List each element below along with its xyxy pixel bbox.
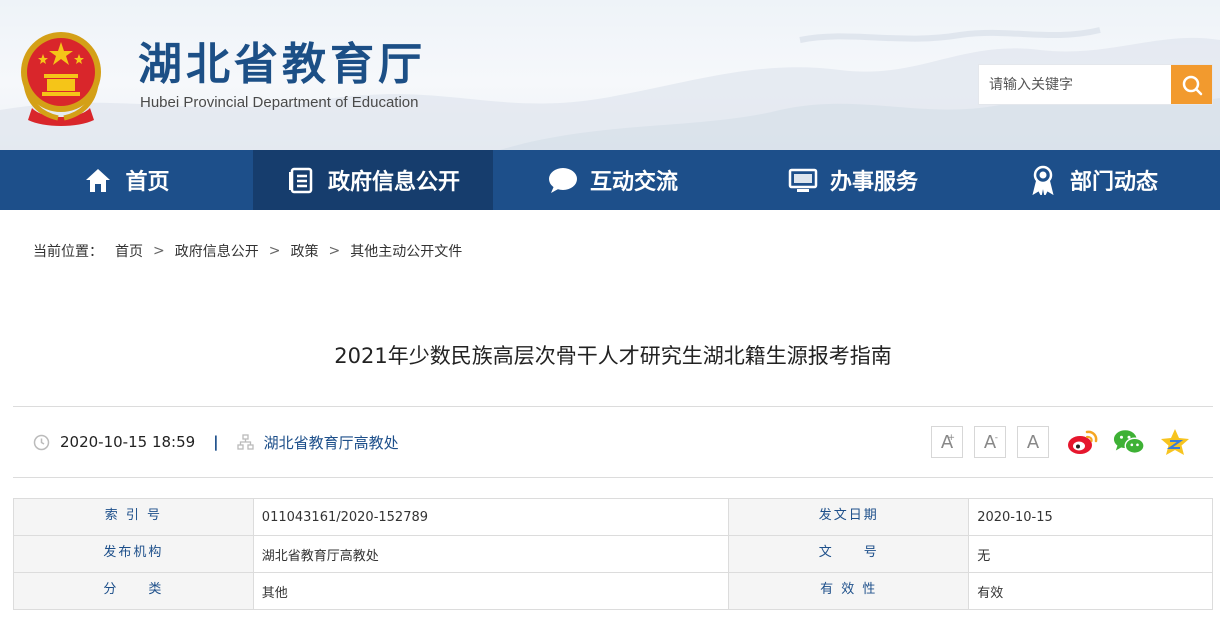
- share-tools: [1067, 426, 1191, 458]
- site-header: 湖北省教育厅 Hubei Provincial Department of Ed…: [0, 0, 1220, 150]
- search-button[interactable]: [1171, 65, 1212, 104]
- wechat-icon[interactable]: [1113, 426, 1145, 458]
- nav-item-home[interactable]: 首页: [0, 150, 253, 210]
- nav-label: 部门动态: [1069, 170, 1158, 195]
- issue-date-label: 发文日期: [728, 498, 970, 536]
- breadcrumb-item-gov-info[interactable]: 政府信息公开: [175, 241, 259, 261]
- doc-number-label: 文 号: [728, 535, 970, 573]
- search-icon: [1182, 75, 1202, 95]
- nav-label: 办事服务: [829, 170, 918, 195]
- home-icon: [83, 165, 113, 195]
- doc-number-value: 无: [968, 535, 1213, 573]
- search-input[interactable]: [979, 65, 1171, 104]
- national-emblem-icon: [21, 32, 101, 126]
- issuing-body-label: 发布机构: [13, 535, 254, 573]
- breadcrumb: 当前位置： 首页 > 政府信息公开 > 政策 > 其他主动公开文件: [33, 241, 462, 261]
- validity-label: 有 效 性: [728, 572, 970, 610]
- breadcrumb-item-other-files[interactable]: 其他主动公开文件: [350, 241, 462, 261]
- nav-item-gov-info[interactable]: 政府信息公开: [253, 150, 493, 210]
- breadcrumb-separator: >: [328, 243, 341, 259]
- title-divider: [13, 406, 1213, 407]
- document-list-icon: [286, 165, 316, 195]
- breadcrumb-item-home[interactable]: 首页: [115, 241, 143, 261]
- breadcrumb-separator: >: [268, 243, 281, 259]
- weibo-icon[interactable]: [1067, 426, 1099, 458]
- font-reset-button[interactable]: A: [1017, 426, 1049, 458]
- issue-date-value: 2020-10-15: [968, 498, 1213, 536]
- article-title: 2021年少数民族高层次骨干人才研究生湖北籍生源报考指南: [334, 344, 892, 368]
- breadcrumb-separator: >: [153, 243, 165, 259]
- nav-label: 互动交流: [589, 170, 678, 195]
- org-structure-icon: [237, 433, 254, 450]
- publish-datetime: 2020-10-15 18:59: [60, 433, 196, 451]
- table-row: 索 引 号 011043161/2020-152789 发文日期 2020-10…: [13, 498, 1213, 536]
- index-number-label: 索 引 号: [13, 498, 254, 536]
- breadcrumb-prefix: 当前位置：: [33, 244, 103, 260]
- meta-divider: [13, 477, 1213, 478]
- meta-separator: |: [213, 433, 219, 451]
- site-subtitle: Hubei Provincial Department of Education: [140, 94, 419, 111]
- category-value: 其他: [252, 572, 730, 610]
- breadcrumb-item-policy[interactable]: 政策: [290, 241, 318, 261]
- font-increase-sign: +: [947, 433, 955, 443]
- clock-icon: [33, 434, 50, 450]
- main-nav: 首页 政府信息公开 互动交流 办事服务 部门动态: [0, 150, 1220, 210]
- chat-bubble-icon: [548, 165, 578, 195]
- issuing-body-value: 湖北省教育厅高教处: [252, 535, 730, 573]
- publisher-org: 湖北省教育厅高教处: [263, 433, 399, 452]
- monitor-icon: [788, 165, 818, 195]
- nav-label: 首页: [125, 170, 170, 195]
- nav-item-interaction[interactable]: 互动交流: [493, 150, 733, 210]
- font-size-tools: A + A - A: [931, 426, 1049, 458]
- site-title: 湖北省教育厅: [138, 39, 426, 90]
- table-row: 发布机构 湖北省教育厅高教处 文 号 无: [13, 535, 1213, 573]
- document-info-table: 索 引 号 011043161/2020-152789 发文日期 2020-10…: [13, 498, 1213, 610]
- category-label: 分 类: [13, 572, 254, 610]
- table-row: 分 类 其他 有 效 性 有效: [13, 572, 1213, 610]
- font-decrease-sign: -: [994, 433, 998, 443]
- font-reset-label: A: [1026, 431, 1040, 453]
- search-box: [978, 64, 1213, 105]
- nav-item-services[interactable]: 办事服务: [733, 150, 973, 210]
- validity-value: 有效: [968, 572, 1213, 610]
- qzone-icon[interactable]: [1159, 426, 1191, 458]
- article-meta: 2020-10-15 18:59 | 湖北省教育厅高教处: [33, 430, 399, 454]
- award-badge-icon: [1028, 165, 1058, 195]
- nav-label: 政府信息公开: [327, 170, 460, 195]
- nav-item-dept-news[interactable]: 部门动态: [973, 150, 1213, 210]
- font-increase-button[interactable]: A +: [931, 426, 963, 458]
- font-decrease-button[interactable]: A -: [974, 426, 1006, 458]
- index-number-value: 011043161/2020-152789: [252, 498, 730, 536]
